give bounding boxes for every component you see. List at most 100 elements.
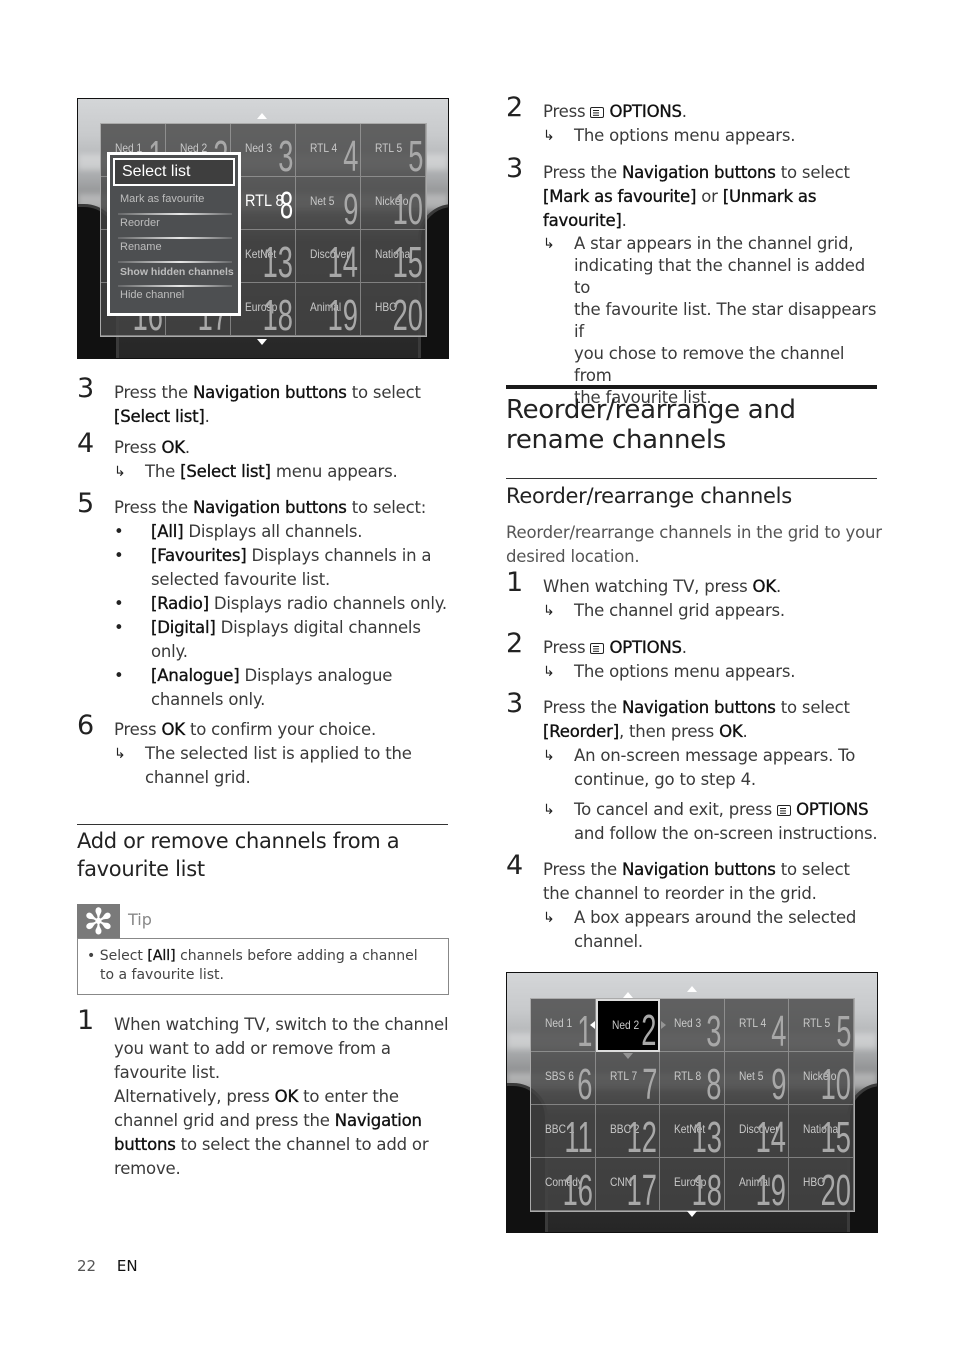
step-number: 1 [77,1005,94,1036]
bold-text: OPTIONS [796,800,869,819]
move-left-arrow-icon[interactable] [589,1021,595,1029]
subsection-divider [506,478,877,479]
bold-text: Navigation buttons [193,498,347,517]
channel-name: Ned 2 [611,1018,639,1032]
bold-text: [Select list] [180,462,271,481]
step-result: ↳ The options menu appears. [543,124,881,148]
bold-text: OPTIONS [609,638,682,657]
text: to select [346,383,421,402]
channel-cell[interactable]: BBC 212 [595,1105,661,1158]
page-footer: 22 EN [77,1257,138,1275]
channel-cell[interactable]: SBS 66 [531,1052,596,1105]
channel-cell[interactable]: CNN17 [595,1158,661,1211]
channel-number: 8 [279,185,293,227]
channel-cell[interactable]: Net 5 9 [724,1052,790,1105]
scroll-up-arrow-icon[interactable] [257,113,267,119]
channel-number: 3 [277,132,293,177]
channel-cell[interactable]: Discover 14 [296,230,361,283]
channel-cell[interactable]: RTL 8 8 [660,1052,725,1105]
channel-cell[interactable]: National 15 [361,230,426,283]
channel-name: RTL 4 [738,1016,767,1030]
channel-name: Net 5 [738,1069,764,1083]
channel-cell[interactable]: Eurosp 18 [660,1158,725,1211]
text: the channel to reorder in the grid. [543,884,817,903]
reorder-step-4: 4 Press the Navigation buttons to select… [506,852,886,954]
channel-name: RTL 8 [674,1069,702,1083]
channel-cell[interactable]: Nickelo 10 [361,177,426,230]
bold-text: Navigation buttons [193,383,347,402]
text: . [184,438,190,457]
channel-number: 16 [562,1166,593,1211]
bullet-icon: • [114,594,124,613]
channel-cell[interactable]: BBC 111 [531,1105,596,1158]
step-result: ↳ The channel grid appears. [543,599,881,623]
scroll-up-arrow-icon[interactable] [687,986,697,992]
channel-cell[interactable]: RTL 4 4 [724,999,790,1052]
channel-number: 2 [641,1006,657,1052]
bold-text: OK [752,577,776,596]
text: to confirm your choice. [184,720,377,739]
bold-text: OPTIONS [609,102,682,121]
text: Add or remove channels from a [77,829,400,853]
text: Displays analogue [239,666,393,685]
move-up-arrow-icon[interactable] [622,992,633,998]
tip-header: ✻ Tip [77,904,448,942]
channel-number: 9 [342,185,358,230]
menu-item-select-list[interactable]: Select list [113,158,235,186]
menu-item-hide-channel[interactable]: Hide channel [120,289,184,301]
channel-cell[interactable]: RTL 5 5 [789,999,854,1052]
text: Press [114,720,162,739]
channel-cell[interactable]: Ned 1 1 [531,999,596,1052]
scroll-down-arrow-icon[interactable] [257,339,267,345]
channel-cell[interactable]: Ned 3 3 [660,999,725,1052]
menu-item-rename[interactable]: Rename [120,241,162,253]
text: Reorder/rearrange channels in the grid t… [506,523,882,542]
text: , then press [618,722,720,741]
channel-cell[interactable]: Comedy16 [531,1158,596,1211]
channel-cell[interactable]: Discover 14 [724,1105,790,1158]
channel-cell[interactable]: RTL 7 7 [595,1052,661,1105]
scroll-down-arrow-icon[interactable] [687,1211,697,1217]
channel-cell[interactable]: Nickelo 10 [789,1052,854,1105]
channel-cell[interactable]: KetNet 13 [660,1105,725,1158]
bold-text: OK [161,720,185,739]
options-menu: Select list Mark as favourite Reorder Re… [107,152,241,316]
text: . [681,638,687,657]
step-6-confirm: 6 Press OK to confirm your choice. ↳ The … [77,712,452,790]
text: Displays radio channels only. [208,594,447,613]
menu-item-show-hidden-channels[interactable]: Show hidden channels [120,266,234,278]
text: to enter the [298,1087,399,1106]
tv-screenshot-options-menu: Ned 11Ned 22Ned 33RTL 44RTL 55SBS 66RTL … [77,98,449,359]
channel-cell[interactable]: HBO 20 [789,1158,854,1211]
text: favourite list. [114,1063,220,1082]
step-number: 3 [77,373,94,404]
channel-number: 19 [327,291,358,336]
channel-cell[interactable]: RTL 5 5 [361,124,426,177]
text: Press [114,438,162,457]
text: rename channels [506,425,727,455]
channel-cell[interactable]: Net 5 9 [296,177,361,230]
menu-item-reorder[interactable]: Reorder [120,217,160,229]
channel-number: 4 [771,1007,787,1052]
bold-text: [Select list] [114,407,205,426]
step-result: ↳ A box appears around the selected channe… [543,906,886,954]
text: or [696,187,723,206]
step-number: 1 [506,567,523,598]
channel-cell[interactable]: HBO 20 [361,283,426,336]
channel-cell[interactable]: Animal 19 [724,1158,790,1211]
channel-cell[interactable]: National 15 [789,1105,854,1158]
channel-cell[interactable]: Ned 22 [595,999,661,1052]
result-arrow-icon: ↳ [543,664,555,680]
channel-number: 10 [392,185,423,230]
step-1-switch-channel: 1 When watching TV, switch to the channe… [77,1007,457,1181]
reorder-step-3: 3 Press the Navigation buttons to select… [506,690,886,846]
channel-number: 9 [771,1060,787,1105]
channel-name: Ned 3 [245,141,273,155]
bullet-icon: • [114,546,124,565]
bullet-all: • [All] Displays all channels. [114,520,457,544]
menu-item-mark-as-favourite[interactable]: Mark as favourite [120,193,204,205]
channel-cell[interactable]: Animal 19 [296,283,361,336]
channel-cell[interactable]: RTL 4 4 [296,124,361,177]
subsection-title-reorder: Reorder/rearrange channels [506,484,792,508]
menu-separator [118,237,232,239]
